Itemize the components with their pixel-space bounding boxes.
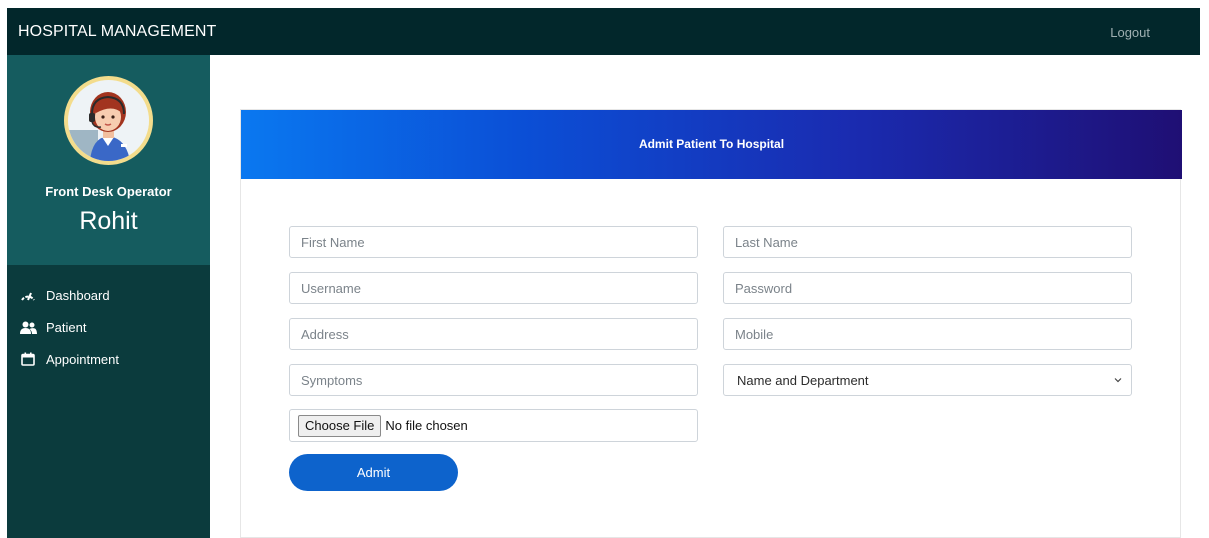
chevron-down-icon [1114, 378, 1122, 383]
logout-link[interactable]: Logout [1110, 25, 1150, 40]
card-header: Admit Patient To Hospital [241, 110, 1182, 179]
password-input[interactable] [723, 272, 1132, 304]
app-frame: HOSPITAL MANAGEMENT Logout Front Desk Op… [7, 8, 1200, 538]
choose-file-button[interactable]: Choose File [298, 414, 382, 437]
profile-panel: Front Desk Operator Rohit [7, 55, 210, 265]
address-input[interactable] [289, 318, 698, 350]
sidebar-item-label: Dashboard [46, 287, 110, 303]
admit-patient-card: Admit Patient To Hospital Name and Depar… [240, 109, 1182, 538]
users-icon [19, 320, 37, 334]
admit-button[interactable]: Admit [289, 454, 458, 491]
sidebar-item-label: Appointment [46, 351, 119, 367]
brand-title: HOSPITAL MANAGEMENT [18, 23, 217, 40]
first-name-input[interactable] [289, 226, 698, 258]
file-status-text: No file chosen [385, 418, 468, 433]
symptoms-input[interactable] [289, 364, 698, 396]
file-upload-field: Choose File No file chosen [289, 409, 698, 442]
sidebar-item-patient[interactable]: Patient [19, 316, 199, 338]
doctor-department-select[interactable]: Name and Department [723, 364, 1132, 396]
select-value: Name and Department [737, 372, 869, 388]
user-role: Front Desk Operator [45, 184, 172, 199]
mobile-input[interactable] [723, 318, 1132, 350]
avatar [64, 76, 153, 165]
sidebar-item-label: Patient [46, 319, 87, 335]
card-title: Admit Patient To Hospital [638, 137, 785, 151]
sidebar-item-dashboard[interactable]: Dashboard [19, 284, 199, 306]
username-input[interactable] [289, 272, 698, 304]
receptionist-avatar-icon [68, 80, 149, 161]
user-name: Rohit [79, 207, 138, 235]
top-navbar: HOSPITAL MANAGEMENT Logout [7, 8, 1200, 55]
sidebar: Front Desk Operator Rohit Dashboard Pati… [7, 55, 210, 538]
speedometer-icon [19, 288, 37, 302]
last-name-input[interactable] [723, 226, 1132, 258]
calendar-icon [19, 352, 37, 366]
sidebar-item-appointment[interactable]: Appointment [19, 348, 199, 370]
